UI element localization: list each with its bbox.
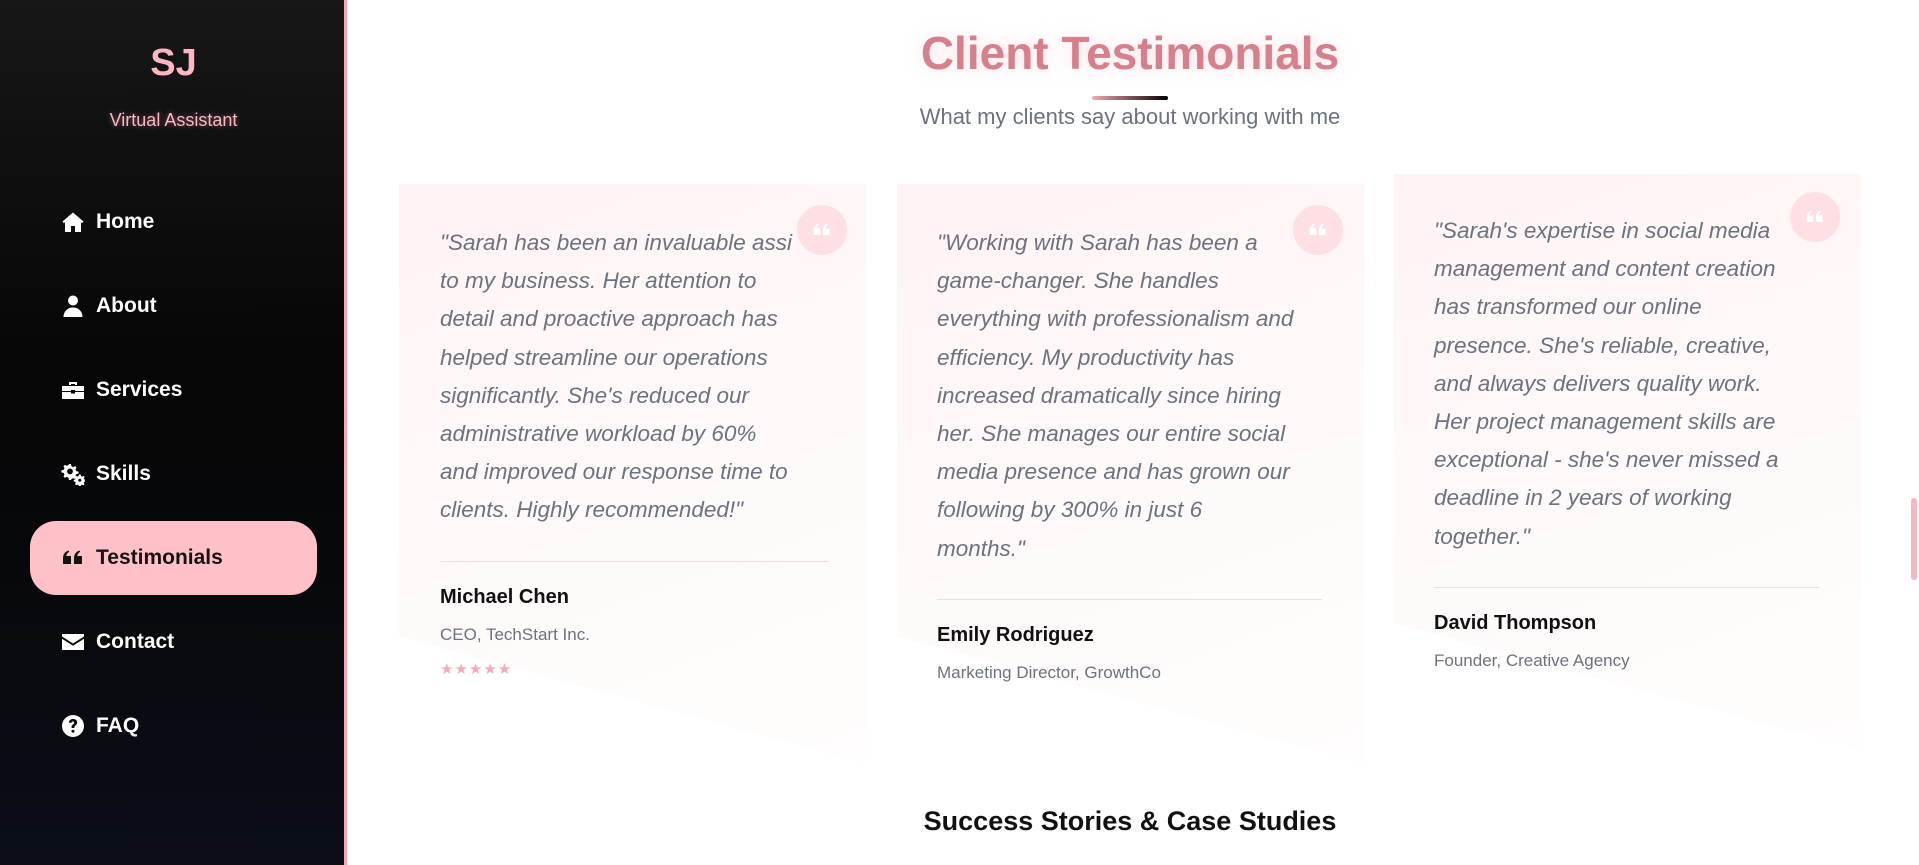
card-divider: [937, 599, 1322, 600]
sidebar-item-about[interactable]: About: [30, 269, 317, 343]
sidebar-item-label: About: [96, 294, 157, 317]
sidebar-item-services[interactable]: Services: [30, 353, 317, 427]
author-name: Emily Rodriguez: [937, 624, 1094, 646]
testimonial-quote: "Sarah's expertise in social media manag…: [1434, 218, 1779, 549]
author-role: Founder, Creative Agency: [1434, 651, 1630, 670]
user-icon: [60, 293, 86, 319]
home-icon: [60, 209, 86, 235]
page-title: Client Testimonials: [920, 27, 1340, 79]
sidebar-item-label: Services: [96, 378, 183, 401]
sidebar-item-contact[interactable]: Contact: [30, 605, 317, 679]
author-name: Michael Chen: [440, 586, 569, 608]
sidebar-item-label: FAQ: [96, 714, 140, 737]
sidebar-item-home[interactable]: Home: [30, 185, 317, 259]
sidebar: SJ Virtual Assistant Home About Services…: [0, 0, 347, 865]
author-role: Marketing Director, GrowthCo: [937, 663, 1161, 682]
star-rating: ★★★★★: [440, 661, 513, 678]
page-subtitle: What my clients say about working with m…: [919, 104, 1341, 129]
quote-icon: [60, 545, 86, 571]
card-divider: [440, 561, 828, 562]
card-divider: [1434, 587, 1819, 588]
role-subtitle: Virtual Assistant: [109, 110, 238, 130]
testimonial-quote: "Working with Sarah has been a game-chan…: [937, 230, 1294, 561]
question-circle-icon: [60, 713, 86, 739]
sidebar-item-label: Contact: [96, 630, 175, 653]
sidebar-item-testimonials[interactable]: Testimonials: [30, 521, 317, 595]
sidebar-item-label: Home: [96, 210, 155, 233]
logo[interactable]: SJ: [0, 42, 347, 85]
section-heading: Success Stories & Case Studies: [923, 806, 1337, 836]
main-content: Client Testimonials What my clients say …: [350, 0, 1919, 865]
author-role: CEO, TechStart Inc.: [440, 625, 590, 644]
scrollbar[interactable]: [1911, 0, 1919, 865]
gears-icon: [60, 461, 86, 487]
scrollbar-thumb[interactable]: [1911, 498, 1917, 580]
briefcase-icon: [60, 377, 86, 403]
sidebar-item-skills[interactable]: Skills: [30, 437, 317, 511]
author-name: David Thompson: [1434, 612, 1597, 634]
sidebar-item-label: Testimonials: [96, 546, 223, 569]
envelope-icon: [60, 629, 86, 655]
sidebar-item-faq[interactable]: FAQ: [30, 689, 317, 763]
title-underline: [1092, 96, 1168, 100]
testimonial-quote: "Sarah has been an invaluable assi to my…: [440, 230, 792, 523]
sidebar-item-label: Skills: [96, 462, 151, 485]
